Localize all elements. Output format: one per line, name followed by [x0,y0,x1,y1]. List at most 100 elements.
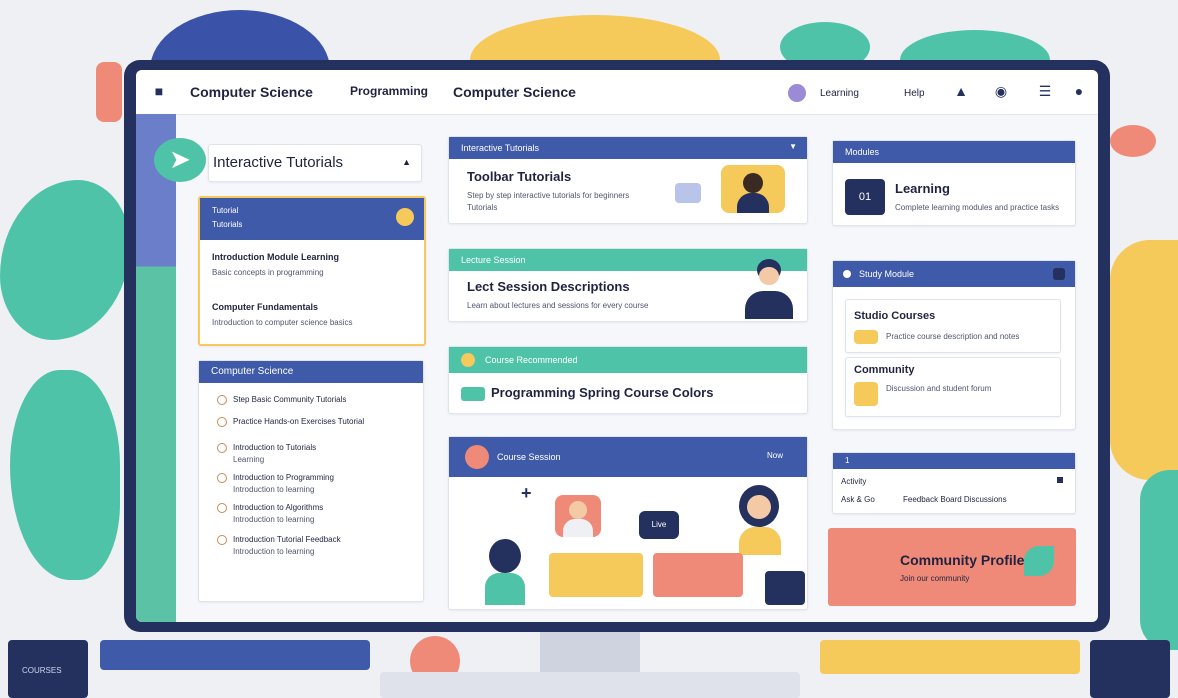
back-arrow-icon[interactable]: ➤ [154,138,206,182]
footer-panel-label: COURSES [22,666,62,675]
monitor-base [380,672,800,698]
info-tile-navy [765,571,805,605]
notification-icon[interactable]: ▲ [952,82,970,100]
leaf-icon [1024,546,1054,576]
plus-icon: + [521,483,532,503]
interactive-tutorials-dropdown[interactable]: Interactive Tutorials ▲ [208,144,422,182]
course-recommended-title: Programming Spring Course Colors [491,385,714,400]
course-session-header-right: Now [766,451,783,460]
toolbar-tutorials-card[interactable]: Interactive Tutorials ▼ Toolbar Tutorial… [448,136,808,224]
toolbar-tutorials-sub-1: Step by step interactive tutorials for b… [467,191,630,200]
radio-icon [217,503,227,513]
bg-blob-yellow-right [1110,240,1178,480]
settings-icon[interactable]: ◉ [992,82,1010,100]
chevron-up-icon: ▲ [402,157,411,167]
bottom-bar-left [100,640,370,670]
module-badge: 01 [845,179,885,215]
community-banner-sub: Join our community [900,574,970,583]
community-icon [854,382,878,406]
learning-sub: Complete learning modules and practice t… [895,203,1060,212]
tutorial-list-header-line1: Tutorial [212,206,239,215]
footer-panel: COURSES [8,640,88,698]
cs-item-4-sub: Introduction to learning [233,485,315,494]
study-item-courses[interactable]: Studio Courses Practice course descripti… [845,299,1061,353]
cs-item-2-title: Practice Hands-on Exercises Tutorial [233,417,365,426]
home-icon[interactable]: ■ [150,82,168,100]
cube-icon [675,183,701,203]
student-illustration-right [731,485,791,555]
course-card-icon [461,387,485,401]
bg-leaf-teal-left2 [10,370,120,580]
activity-row-1: Activity [841,477,867,486]
activity-card[interactable]: 1 Activity Ask & Go Feedback Board Discu… [832,452,1076,514]
study-item-community[interactable]: Community Discussion and student forum [845,357,1061,417]
nav-link-learning[interactable]: Learning [820,88,859,99]
tutorial-item-2-sub: Introduction to computer science basics [212,318,353,327]
radio-icon [217,395,227,405]
course-folder-icon [854,330,878,344]
activity-row-2-left: Ask & Go [841,495,875,504]
module-badge-text: 01 [858,191,872,203]
tutorial-item-2-title[interactable]: Computer Fundamentals [212,302,318,312]
student-avatar-1 [555,495,601,537]
bg-blob-coral-left [96,62,122,122]
radio-icon [217,535,227,545]
cs-item-5-title: Introduction to Algorithms [233,503,324,512]
study-module-header-text: Study Module [859,269,915,279]
lecturer-illustration [739,257,799,319]
community-banner-title: Community Profile [900,552,1025,568]
bottom-block-right [1090,640,1170,698]
course-badge-icon [461,353,475,367]
profile-avatar[interactable] [788,84,806,102]
study-item-2-sub: Discussion and student forum [886,384,992,393]
interactive-tutorials-title: Interactive Tutorials [213,154,344,171]
nav-tab-programming[interactable]: Programming [350,84,428,98]
tutorial-item-1-title[interactable]: Introduction Module Learning [212,252,339,262]
course-recommended-header-text: Course Recommended [485,355,578,365]
info-tile-yellow [549,553,643,597]
learning-title: Learning [895,181,950,196]
tutorial-list-header: Tutorial Tutorials [200,198,424,240]
cs-item-6-title: Introduction Tutorial Feedback [233,535,341,544]
top-nav: ■ Computer Science Programming Computer … [136,70,1098,115]
computer-science-list-card: Computer Science Step Basic Community Tu… [198,360,424,602]
toolbar-tutorials-header: Interactive Tutorials [449,137,807,159]
cs-item-1-title: Step Basic Community Tutorials [233,395,347,404]
course-session-card[interactable]: Course Session Now + Live [448,436,808,610]
lecture-session-card[interactable]: Lecture Session Lect Session Description… [448,248,808,322]
course-recommended-card[interactable]: Course Recommended Programming Spring Co… [448,346,808,414]
student-illustration-left [475,539,535,605]
bg-blob-coral-small [1110,125,1156,157]
lecture-session-sub: Learn about lectures and sessions for ev… [467,301,649,310]
study-item-2-title: Community [854,364,915,376]
brand-title[interactable]: Computer Science [190,84,313,100]
activity-row-2-right: Feedback Board Discussions [903,495,1007,504]
session-badge-icon [465,445,489,469]
activity-square-icon [1057,477,1063,483]
learning-modules-card[interactable]: Modules 01 Learning Complete learning mo… [832,140,1076,226]
bottom-bar-right [820,640,1080,674]
study-item-1-title: Studio Courses [854,310,936,322]
user-icon[interactable]: ● [1070,82,1088,100]
bg-leaf-teal-left [0,180,130,340]
toolbar-tutorials-title: Toolbar Tutorials [467,169,572,184]
menu-icon[interactable]: ☰ [1036,82,1054,100]
nav-link-help[interactable]: Help [904,88,925,99]
chevron-down-icon: ▼ [789,142,797,151]
status-dot-icon [843,270,851,278]
activity-header: 1 [833,453,1075,469]
nav-tab-computer-science[interactable]: Computer Science [453,84,576,100]
bg-leaf-right [1140,470,1178,650]
help-badge-icon [396,208,414,226]
chat-bubble: Live [639,511,679,539]
cs-item-3-title: Introduction to Tutorials [233,443,317,452]
menu-square-icon [1053,268,1065,280]
tutorial-list-card[interactable]: Tutorial Tutorials Introduction Module L… [198,196,426,346]
community-banner[interactable]: Community Profile Join our community [828,528,1076,606]
tutor-avatar [721,165,785,213]
course-session-header: Course Session [449,437,807,477]
study-module-header: Study Module [833,261,1075,287]
course-recommended-header: Course Recommended [449,347,807,373]
cs-item-3-sub: Learning [233,455,265,464]
toolbar-tutorials-sub-2: Tutorials [467,203,498,212]
